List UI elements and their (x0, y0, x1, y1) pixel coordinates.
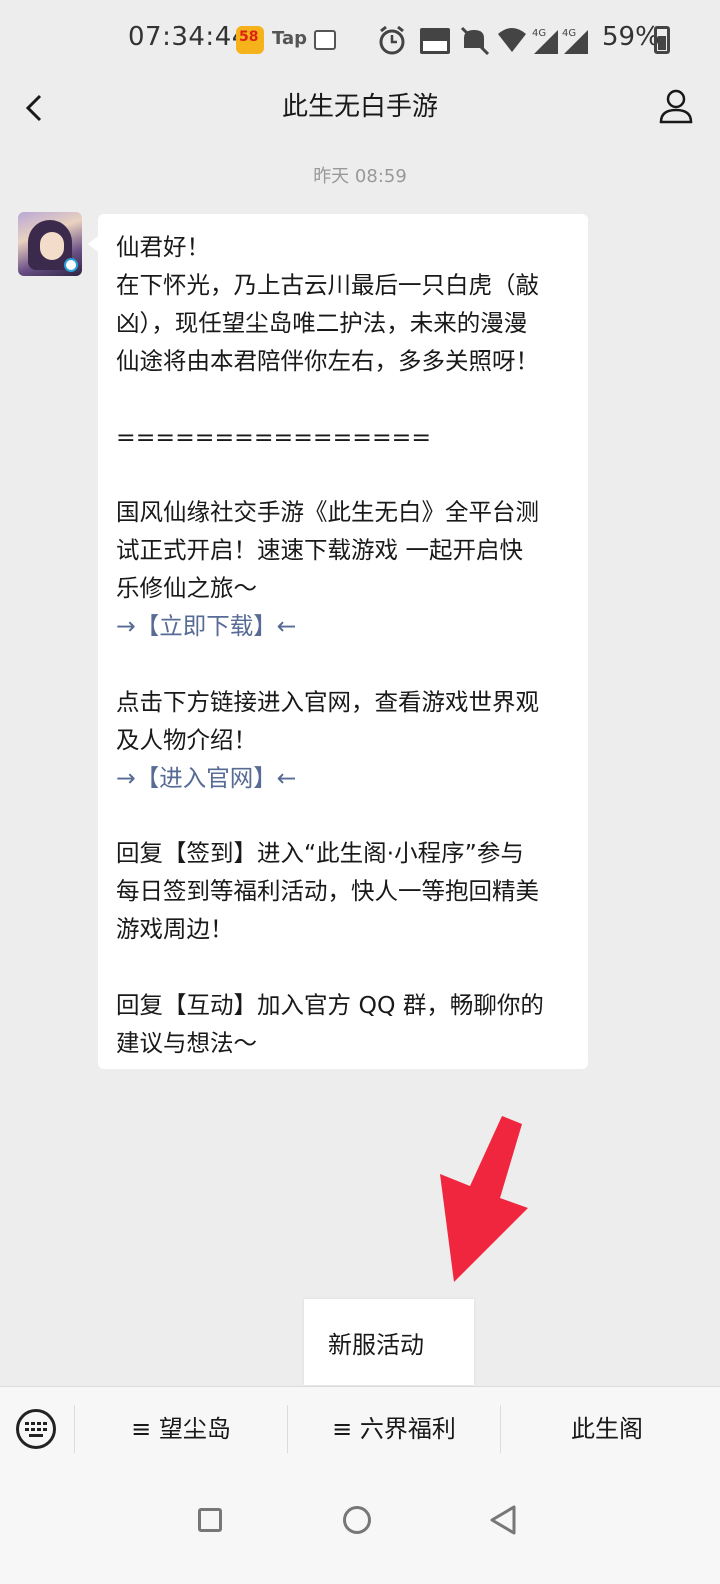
message-line: 及人物介绍！ (116, 725, 257, 754)
keyboard-icon[interactable] (16, 1409, 56, 1449)
message-line: 试正式开启！速速下载游戏 一起开启快 (116, 536, 523, 564)
bottom-menu-bar: ≡ 望尘岛 ≡ 六界福利 此生阁 (0, 1386, 720, 1471)
header: 此生无白手游 (0, 80, 720, 136)
page-title: 此生无白手游 (281, 92, 438, 122)
message-timestamp: 昨天 08:59 (313, 166, 407, 187)
message-bubble: 仙君好！ 在下怀光，乃上古云川最后一只白虎（敲 凶），现任望尘岛唯二护法，未来的… (88, 214, 588, 1069)
message-line: 点击下方链接进入官网，查看游戏世界观 (116, 687, 539, 716)
wifi-icon (498, 28, 526, 52)
message-divider: ================ (116, 422, 432, 451)
message-line: 仙途将由本君陪伴你左右，多多关照呀！ (116, 347, 539, 375)
menu-item-cishengge[interactable]: 此生阁 (501, 1387, 713, 1471)
status-time: 07:34:44 (128, 22, 249, 52)
message-line: 仙君好！ (116, 233, 210, 261)
message-line: 每日签到等福利活动，快人一等抱回精美 (116, 877, 539, 905)
volte-icon (420, 28, 450, 54)
svg-text:4G: 4G (532, 28, 546, 39)
avatar-face (40, 232, 64, 260)
red-arrow-icon (440, 1116, 528, 1282)
avatar[interactable] (18, 212, 82, 276)
download-link[interactable]: →【立即下载】← (116, 607, 570, 645)
keyboard-keys (25, 1422, 47, 1437)
menu-item-liujie-fuli[interactable]: ≡ 六界福利 (288, 1387, 500, 1471)
message-line: 建议与想法～ (116, 1028, 257, 1057)
message-line: 在下怀光，乃上古云川最后一只白虎（敲 (116, 271, 539, 299)
app-58-label: 58 (239, 29, 259, 45)
message-line: 凶），现任望尘岛唯二护法，未来的漫漫 (116, 309, 528, 337)
alarm-icon (379, 25, 405, 55)
message-line: 国风仙缘社交手游《此生无白》全平台测 (116, 498, 539, 526)
battery-percent: 59% (602, 22, 660, 52)
svg-text:4G: 4G (562, 28, 576, 39)
recents-icon[interactable] (198, 1508, 222, 1532)
status-bar: 07:34:44 58 Tap 4G 4G 59% (0, 0, 720, 80)
message-line: 回复【互动】加入官方 QQ 群，畅聊你的 (116, 990, 544, 1019)
profile-icon[interactable] (656, 84, 696, 128)
image-notification-icon (314, 30, 336, 50)
message-line: 回复【签到】进入“此生阁·小程序”参与 (116, 839, 524, 867)
message-line: 游戏周边！ (116, 915, 234, 943)
menu-item-wangchendao[interactable]: ≡ 望尘岛 (75, 1387, 287, 1471)
app-58-icon: 58 (236, 26, 264, 54)
avatar-badge-icon (64, 258, 78, 272)
nav-back-icon[interactable] (488, 1504, 518, 1536)
submenu-popup: 新服活动 (304, 1299, 474, 1385)
status-icons: 4G 4G (379, 25, 588, 56)
signal-icon-1: 4G (532, 28, 558, 54)
signal-icon-2: 4G (562, 28, 588, 54)
menu-item-new-server-event[interactable]: 新服活动 (328, 1325, 424, 1360)
official-site-link[interactable]: →【进入官网】← (116, 759, 570, 797)
tap-app-icon: Tap (272, 28, 307, 49)
home-icon[interactable] (343, 1506, 371, 1534)
message-line: 乐修仙之旅～ (116, 574, 257, 602)
battery-icon (654, 26, 670, 54)
mute-icon (460, 26, 490, 56)
system-nav-bar (0, 1470, 720, 1584)
